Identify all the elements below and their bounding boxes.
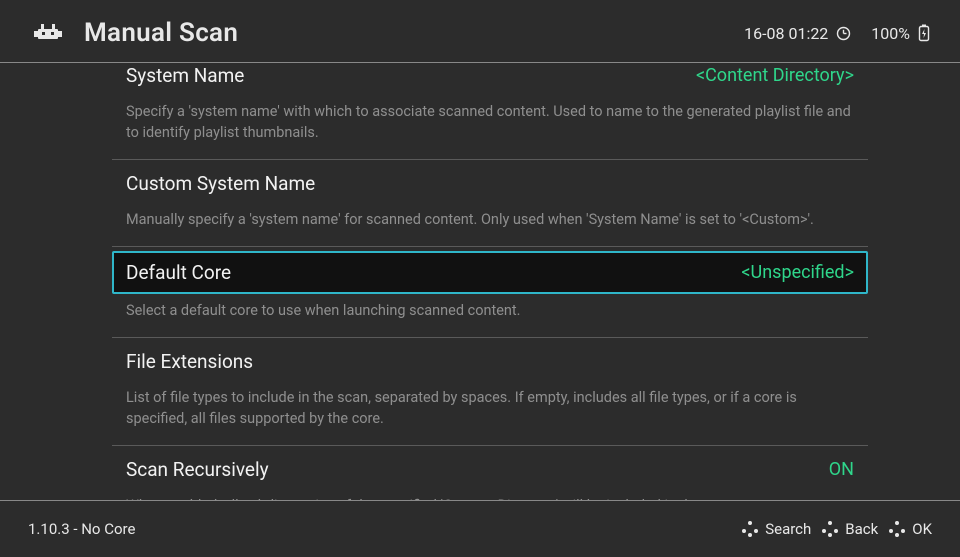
item-label: File Extensions bbox=[126, 350, 253, 373]
header-left: Manual Scan bbox=[30, 18, 238, 48]
clock-text: 16-08 01:22 bbox=[744, 24, 828, 43]
item-description: Manually specify a 'system name' for sca… bbox=[112, 203, 868, 246]
hint-search: Search bbox=[741, 520, 811, 538]
dpad-icon bbox=[888, 520, 906, 538]
item-system-name[interactable]: System Name <Content Directory> Specify … bbox=[112, 66, 868, 159]
item-label: System Name bbox=[126, 66, 244, 87]
hint-back: Back bbox=[821, 520, 878, 538]
item-value: <Content Directory> bbox=[696, 66, 854, 86]
item-label: Custom System Name bbox=[126, 172, 315, 195]
hint-ok: OK bbox=[888, 520, 932, 538]
item-default-core[interactable]: Default Core <Unspecified> Select a defa… bbox=[112, 246, 868, 337]
item-description: Select a default core to use when launch… bbox=[112, 294, 868, 337]
item-custom-system-name[interactable]: Custom System Name Manually specify a 's… bbox=[112, 159, 868, 246]
item-scan-recursively[interactable]: Scan Recursively ON When enabled, all su… bbox=[112, 445, 868, 500]
retroarch-logo-icon bbox=[30, 21, 66, 45]
settings-list: System Name <Content Directory> Specify … bbox=[112, 66, 868, 500]
battery-icon bbox=[918, 24, 930, 42]
item-description: Specify a 'system name' with which to as… bbox=[112, 95, 868, 159]
item-value: ON bbox=[829, 459, 854, 480]
footer-hints: Search Back OK bbox=[741, 520, 932, 538]
hint-label: OK bbox=[912, 520, 932, 538]
battery-text: 100% bbox=[871, 24, 910, 43]
item-description: When enabled, all subdirectories of the … bbox=[112, 489, 868, 500]
item-label: Default Core bbox=[126, 261, 231, 284]
footer-bar: 1.10.3 - No Core Search bbox=[0, 500, 960, 557]
page-title: Manual Scan bbox=[84, 18, 238, 48]
settings-list-viewport: System Name <Content Directory> Specify … bbox=[0, 66, 960, 500]
item-file-extensions[interactable]: File Extensions List of file types to in… bbox=[112, 337, 868, 445]
hint-label: Back bbox=[845, 520, 878, 538]
hint-label: Search bbox=[765, 520, 811, 538]
item-description: List of file types to include in the sca… bbox=[112, 381, 868, 445]
header-bar: Manual Scan 16-08 01:22 100% bbox=[0, 0, 960, 63]
item-label: Scan Recursively bbox=[126, 458, 269, 481]
dpad-icon bbox=[821, 520, 839, 538]
item-value: <Unspecified> bbox=[741, 262, 854, 283]
header-right: 16-08 01:22 100% bbox=[744, 24, 930, 43]
footer-status: 1.10.3 - No Core bbox=[28, 520, 135, 538]
dpad-icon bbox=[741, 520, 759, 538]
clock-icon bbox=[836, 26, 851, 41]
